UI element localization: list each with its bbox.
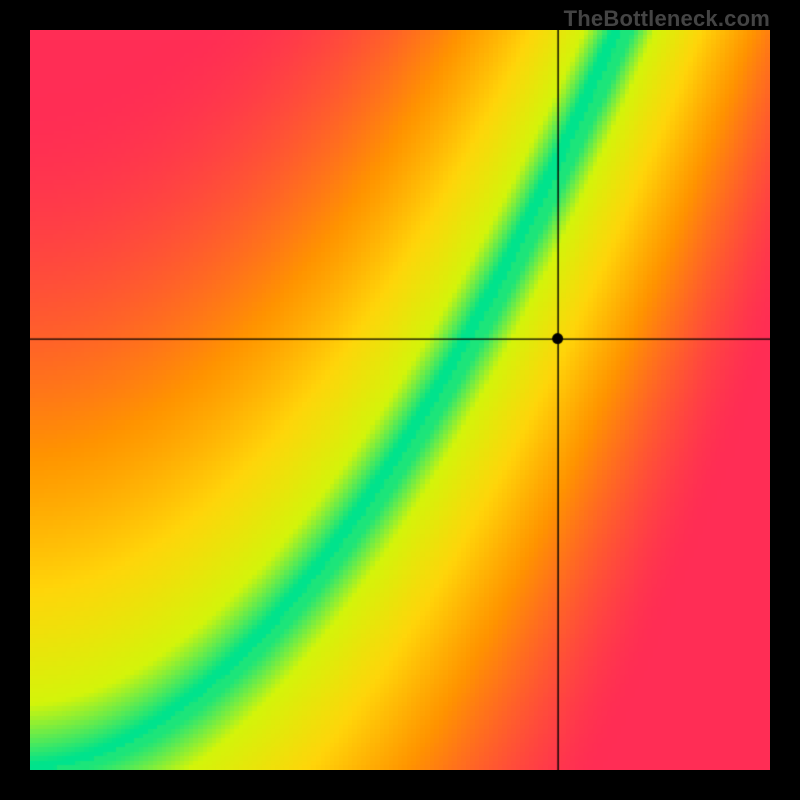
chart-container: TheBottleneck.com bbox=[0, 0, 800, 800]
plot-area bbox=[30, 30, 770, 770]
watermark-text: TheBottleneck.com bbox=[564, 6, 770, 32]
heatmap-canvas bbox=[30, 30, 770, 770]
